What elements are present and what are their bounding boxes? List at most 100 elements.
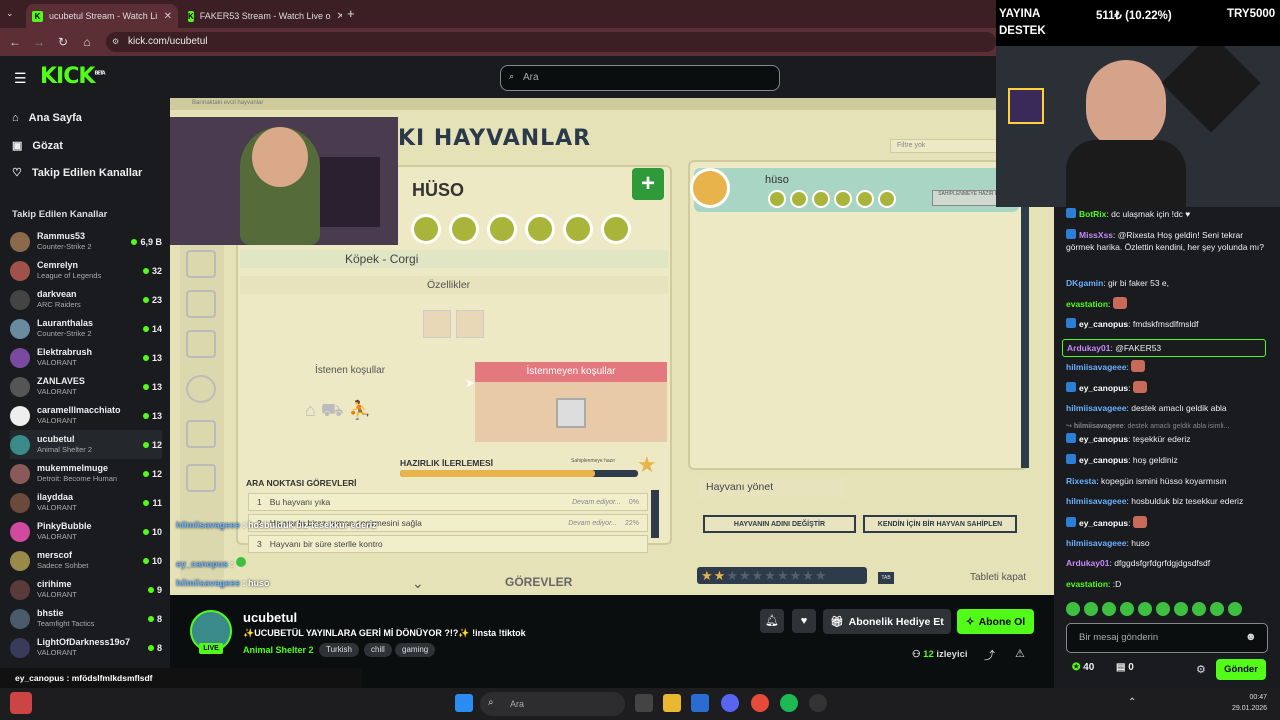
stream-category[interactable]: Animal Shelter 2 <box>243 645 314 655</box>
channel-game: Sadece Sohbet <box>37 561 89 570</box>
chat-username[interactable]: evastation <box>1066 299 1108 309</box>
send-button[interactable]: Gönder <box>1216 659 1266 680</box>
menu-icon[interactable]: ☰ <box>14 70 27 87</box>
chat-username[interactable]: hilmiisavageee <box>1066 496 1126 506</box>
chat-input[interactable]: Bir mesaj gönderin <box>1066 623 1268 653</box>
file-explorer-icon[interactable] <box>663 694 681 712</box>
taskbar-clock[interactable]: 00:47 29.01.2026 <box>1232 692 1267 714</box>
sidebar-channel[interactable]: Elektrabrush VALORANT 13 <box>10 343 162 372</box>
chat-username[interactable]: Ardukay01 <box>1067 343 1110 353</box>
chat-username[interactable]: Ardukay01 <box>1066 558 1109 568</box>
sidebar-channel[interactable]: bhstie Teamfight Tactics 8 <box>10 604 162 633</box>
weather-widget-icon[interactable] <box>10 692 32 714</box>
chat-message: BotRix: dc ulaşmak için !dc ♥ <box>1066 208 1270 220</box>
notification-bell-button[interactable]: 🔔︎ <box>760 609 784 633</box>
new-tab-icon[interactable]: + <box>347 6 355 21</box>
windows-start-icon[interactable] <box>455 694 473 712</box>
chat-username[interactable]: ey_canopus <box>1079 455 1128 465</box>
sidebar-channel[interactable]: ilayddaa VALORANT 11 <box>10 488 162 517</box>
follow-heart-button[interactable]: ♥ <box>792 609 816 633</box>
close-tab-icon[interactable]: ✕ <box>164 11 172 22</box>
emote-icon[interactable] <box>1192 602 1206 616</box>
sidebar-channel[interactable]: LightOfDarkness19o7 VALORANT 8 <box>10 633 162 662</box>
channel-points[interactable]: ✪ 40 <box>1072 662 1094 673</box>
chat-username[interactable]: hilmiisavageee <box>1074 423 1124 430</box>
sidebar-item-following[interactable]: ♡ Takip Edilen Kanallar <box>12 166 142 180</box>
chat-username[interactable]: ey_canopus <box>1079 518 1128 528</box>
taskbar-search-input[interactable]: Ara <box>480 692 625 716</box>
sidebar-channel[interactable]: cirihime VALORANT 9 <box>10 575 162 604</box>
home-icon[interactable]: ⌂ <box>79 34 95 50</box>
drops-counter[interactable]: ▤ 0 <box>1116 662 1134 673</box>
url-field[interactable]: kick.com/ucubetul <box>106 32 996 52</box>
emoji-icon[interactable]: ☻ <box>1245 631 1257 643</box>
live-dot-icon <box>142 412 149 419</box>
chat-username[interactable]: hilmiisavageee <box>1066 362 1126 372</box>
report-icon[interactable]: ⚠ <box>1015 647 1025 660</box>
chat-username[interactable]: MissXss <box>1079 230 1113 240</box>
chat-username[interactable]: BotRix <box>1079 209 1106 219</box>
chat-username[interactable]: hilmiisavageee <box>1066 403 1126 413</box>
tab-list-chevron-icon[interactable]: ⌄ <box>6 8 14 19</box>
tag-chill[interactable]: chill <box>364 643 392 657</box>
sidebar-channel[interactable]: Lauranthalas Counter-Strike 2 14 <box>10 314 162 343</box>
kick-logo[interactable]: KICKBETA <box>40 64 106 89</box>
streamer-body <box>1066 140 1186 207</box>
emote-icon[interactable] <box>1066 602 1080 616</box>
emote-icon[interactable] <box>1084 602 1098 616</box>
browse-icon: ▣ <box>12 140 23 152</box>
subscribe-button[interactable]: ✧ Abone Ol <box>957 609 1034 634</box>
tag-gaming[interactable]: gaming <box>395 643 436 657</box>
chat-settings-gear-icon[interactable]: ⚙ <box>1196 663 1206 676</box>
sidebar-item-browse[interactable]: ▣ Gözat <box>12 139 63 153</box>
emote-icon[interactable] <box>1156 602 1170 616</box>
star-icon: ★ <box>802 568 815 583</box>
forward-icon[interactable]: → <box>31 34 47 50</box>
star-icon: ★ <box>764 568 777 583</box>
gift-subscription-button[interactable]: 🎁︎ Abonelik Hediye Et <box>823 609 951 634</box>
sidebar-channel[interactable]: PinkyBubble VALORANT 10 <box>10 517 162 546</box>
sidebar-channel[interactable]: Rammus53 Counter-Strike 2 6,9 B <box>10 227 162 256</box>
emote-icon[interactable] <box>1102 602 1116 616</box>
chat-username[interactable]: ey_canopus <box>1079 434 1128 444</box>
chat-username[interactable]: Rixesta <box>1066 476 1096 486</box>
reload-icon[interactable]: ↻ <box>55 34 71 50</box>
sidebar-channel[interactable]: merscof Sadece Sohbet 10 <box>10 546 162 575</box>
discord-icon[interactable] <box>721 694 739 712</box>
tab-faker53[interactable]: K FAKER53 Stream - Watch Live o ✕ <box>182 4 342 28</box>
sidebar-channel[interactable]: ZANLAVES VALORANT 13 <box>10 372 162 401</box>
wifi-icon[interactable]: ⌃ <box>1128 697 1136 708</box>
channel-name[interactable]: ucubetul <box>243 610 297 625</box>
chat-username[interactable]: ey_canopus <box>1079 319 1128 329</box>
chat-username[interactable]: evastation <box>1066 579 1108 589</box>
chat-username[interactable]: DKgamin <box>1066 278 1103 288</box>
search-input[interactable]: Ara <box>500 65 780 91</box>
sidebar-channel[interactable]: darkvean ARC Raiders 23 <box>10 285 162 314</box>
emote-icon[interactable] <box>1228 602 1242 616</box>
chat-username[interactable]: hilmiisavageee <box>1066 538 1126 548</box>
spotify-icon[interactable] <box>780 694 798 712</box>
back-icon[interactable]: ← <box>7 34 23 50</box>
sidebar-channel[interactable]: mukemmelmuge Detroit: Become Human 12 <box>10 459 162 488</box>
emote-icon[interactable] <box>1210 602 1224 616</box>
emote-icon[interactable] <box>1138 602 1152 616</box>
sidebar-channel[interactable]: caramelllmacchiato VALORANT 13 <box>10 401 162 430</box>
emote-icon[interactable] <box>1174 602 1188 616</box>
game-tool-icon <box>186 290 216 318</box>
tab-ucubetul[interactable]: K ucubetul Stream - Watch Li ✕ <box>26 4 178 28</box>
store-icon[interactable] <box>691 694 709 712</box>
task-view-icon[interactable] <box>635 694 653 712</box>
emote-icon[interactable] <box>1120 602 1134 616</box>
emote-icon <box>1112 297 1127 309</box>
site-info-icon[interactable]: ⚙ <box>112 37 119 46</box>
chat-username[interactable]: ey_canopus <box>1079 383 1128 393</box>
sidebar-item-home[interactable]: ⌂ Ana Sayfa <box>12 112 82 124</box>
share-icon[interactable]: ⤴ <box>984 647 995 663</box>
sidebar-channel[interactable]: Cemrelyn League of Legends 32 <box>10 256 162 285</box>
tag-turkish[interactable]: Turkish <box>319 643 359 657</box>
chrome-icon[interactable] <box>751 694 769 712</box>
sidebar-channel[interactable]: ucubetul Animal Shelter 2 12 <box>10 430 162 459</box>
trait-icon <box>456 310 484 338</box>
close-tab-icon[interactable]: ✕ <box>337 11 343 22</box>
app-icon[interactable] <box>809 694 827 712</box>
